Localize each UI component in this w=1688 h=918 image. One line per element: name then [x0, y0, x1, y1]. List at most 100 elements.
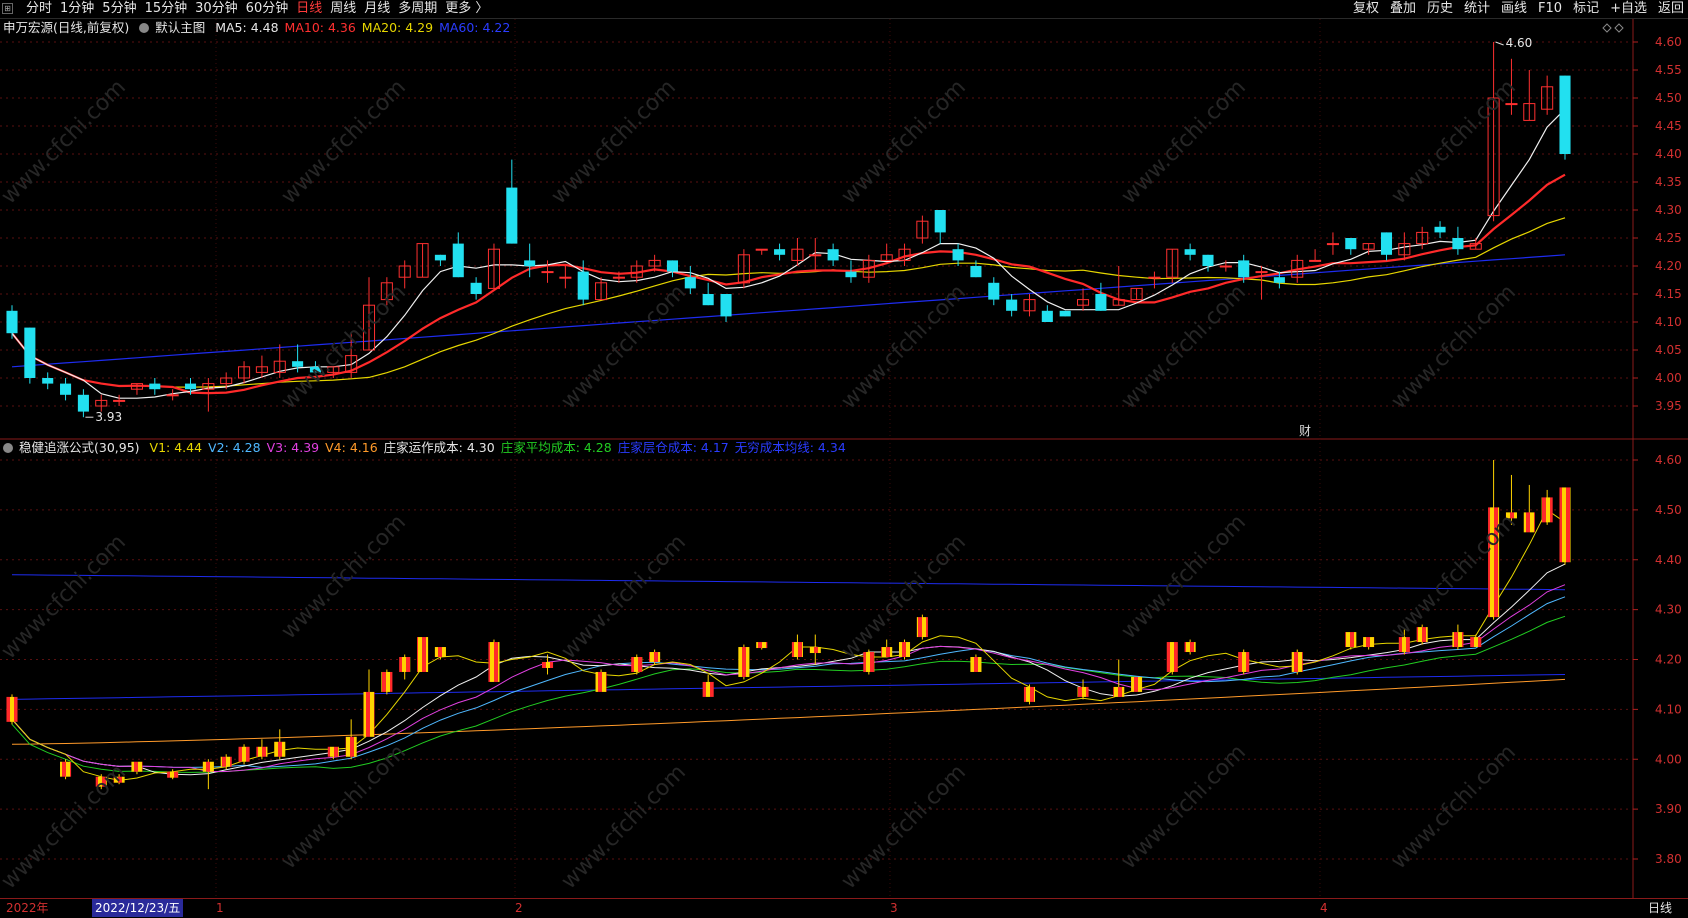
candle-body: [666, 260, 679, 272]
sub-bar: [167, 771, 179, 778]
candle-body: [60, 383, 72, 395]
axis-label-main-1: 4.55: [1655, 63, 1682, 77]
v2-line: [11, 596, 1566, 768]
axis-label-main-13: 3.95: [1655, 399, 1682, 413]
axis-label-main-10: 4.10: [1655, 315, 1682, 329]
month-4: 4: [1320, 901, 1328, 915]
axis-label-sub-2: 4.40: [1655, 553, 1682, 567]
sub-bar: [1113, 686, 1125, 697]
axis-label-main-5: 4.35: [1655, 175, 1682, 189]
sub-bar: [1363, 637, 1375, 648]
sub-bar: [1238, 652, 1250, 672]
candle-body: [1273, 277, 1285, 283]
sub-bar: [881, 647, 893, 658]
candle-body: [1559, 75, 1571, 154]
candle-body: [809, 254, 822, 257]
candle-body: [1309, 259, 1322, 262]
axis-label-main-9: 4.15: [1655, 287, 1682, 301]
sub-bar: [863, 652, 875, 672]
sub-bar: [202, 761, 214, 772]
sub-bar: [595, 671, 607, 692]
infinite-cost-line: [11, 574, 1566, 591]
sub-bar: [541, 661, 554, 668]
candle-body: [1006, 299, 1018, 311]
kline-chart[interactable]: 4.60 4.55 4.50 4.45 4.40 4.35 4.30 4.25 4.20 4.15…: [0, 0, 1688, 917]
v1-line: [11, 509, 1566, 781]
year-label: 2022年: [6, 901, 49, 915]
sub-bar: [6, 696, 18, 722]
axis-label-main-8: 4.20: [1655, 259, 1682, 273]
candle-body: [774, 249, 786, 255]
candle-body: [77, 394, 89, 412]
sub-bar: [1416, 627, 1428, 643]
sub-bar: [1077, 686, 1089, 697]
candle-body: [113, 399, 126, 402]
sub-bar: [399, 657, 411, 672]
sub-bar: [1023, 686, 1036, 702]
ma5-line: [11, 108, 1566, 399]
axis-label-main-12: 4.00: [1655, 371, 1682, 385]
sub-bar: [1291, 652, 1303, 672]
candle-body: [1202, 254, 1214, 266]
candle-body: [934, 210, 946, 233]
sub-bar: [363, 691, 375, 737]
high-marker: [1495, 41, 1504, 46]
sub-bar: [631, 657, 643, 672]
sub-bar: [1131, 676, 1143, 692]
candle-body: [42, 378, 54, 384]
axis-label-main-0: 4.60: [1655, 35, 1682, 49]
sub-bar: [131, 761, 143, 772]
sub-bar: [1470, 637, 1482, 648]
axis-label-main-11: 4.05: [1655, 343, 1682, 357]
candle-body: [1452, 238, 1464, 250]
candle-body: [541, 271, 554, 274]
candle-body: [309, 366, 321, 373]
candle-body: [1184, 249, 1196, 255]
axis-label-sub-7: 3.90: [1655, 802, 1682, 816]
candle-body: [166, 394, 179, 397]
cursor-date: 2022/12/23/五: [92, 899, 184, 917]
sub-bar: [1452, 632, 1464, 648]
sub-bar: [345, 736, 357, 757]
low-label: 3.93: [95, 410, 122, 424]
sub-bar: [238, 746, 250, 762]
sub-bar: [702, 681, 714, 697]
candle-body: [6, 310, 18, 334]
candle-body: [1041, 310, 1053, 322]
date-axis-bar: 2022年 2022/12/23/五 1 2 3 4 日线: [0, 898, 1688, 918]
sub-bar: [1559, 487, 1571, 563]
candle-body: [1238, 260, 1250, 278]
period-mode[interactable]: 日线: [1648, 899, 1672, 917]
sub-bar: [1523, 512, 1535, 533]
sub-bar: [95, 776, 107, 787]
candle-body: [720, 294, 732, 317]
candle-body: [184, 383, 197, 390]
candle-body: [559, 276, 572, 279]
sub-bar: [60, 761, 72, 777]
sub-bar: [274, 741, 286, 757]
candle-body: [1255, 271, 1268, 274]
candle-body: [470, 282, 482, 294]
candle-body: [1345, 238, 1357, 250]
month-2: 2: [515, 901, 523, 915]
v4-line: [11, 678, 1566, 745]
candle-body: [1505, 103, 1518, 106]
candle-body: [524, 260, 536, 266]
candle-body: [612, 276, 625, 279]
candle-body: [434, 254, 446, 261]
axis-label-sub-8: 3.80: [1655, 852, 1682, 866]
sub-bar: [1345, 632, 1357, 648]
sub-bar: [898, 642, 911, 658]
candle-body: [1095, 294, 1107, 311]
sub-bar: [756, 642, 768, 649]
axis-label-main-7: 4.25: [1655, 231, 1682, 245]
axis-label-sub-6: 4.00: [1655, 752, 1682, 766]
ma10-line: [11, 173, 1566, 395]
sub-bar: [1166, 642, 1178, 672]
sub-bar: [434, 647, 446, 658]
axis-label-main-6: 4.30: [1655, 203, 1682, 217]
sub-bar: [791, 642, 803, 658]
candle-body: [1434, 226, 1446, 233]
sub-bar: [809, 647, 821, 654]
sub-bar: [113, 776, 125, 783]
